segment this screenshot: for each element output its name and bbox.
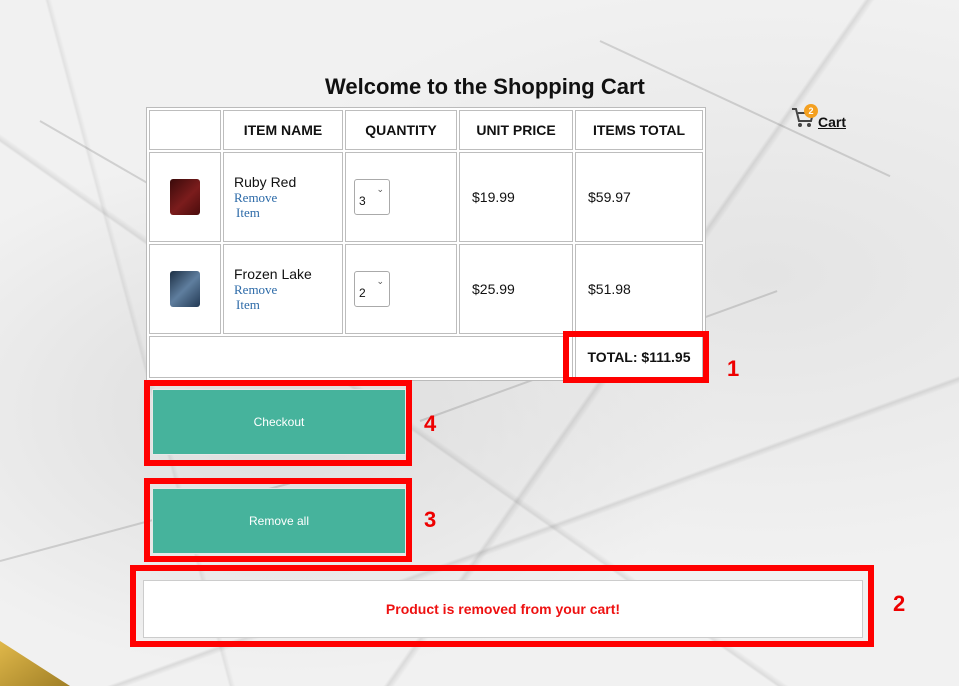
item-name-cell: Frozen Lake Remove Item xyxy=(223,244,343,334)
remove-link-label-2: Item xyxy=(236,205,260,220)
header-item-name: ITEM NAME xyxy=(223,110,343,150)
thumbnail-cell xyxy=(149,152,221,242)
highlight-box-1 xyxy=(563,331,709,383)
cart-badge: 2 xyxy=(804,104,818,118)
cart-link-label: Cart xyxy=(818,114,847,130)
annotation-number-3: 3 xyxy=(424,507,437,532)
product-thumbnail xyxy=(170,179,200,215)
items-total: $51.98 xyxy=(575,244,703,334)
chevron-down-icon: ⌄ xyxy=(376,184,384,194)
header-items-total: ITEMS TOTAL xyxy=(575,110,703,150)
item-name-cell: Ruby Red Remove Item xyxy=(223,152,343,242)
quantity-value: 2 xyxy=(359,286,366,300)
remove-item-link[interactable]: Remove Item xyxy=(234,190,342,220)
unit-price: $19.99 xyxy=(459,152,573,242)
items-total: $59.97 xyxy=(575,152,703,242)
unit-price: $25.99 xyxy=(459,244,573,334)
remove-link-label: Remove xyxy=(234,282,278,297)
quantity-cell: 2 ⌄ xyxy=(345,244,457,334)
item-name: Ruby Red xyxy=(234,174,297,190)
chevron-down-icon: ⌄ xyxy=(376,276,384,286)
annotation-number-4: 4 xyxy=(424,411,437,436)
quantity-cell: 3 ⌄ xyxy=(345,152,457,242)
quantity-select[interactable]: 2 ⌄ xyxy=(354,271,390,307)
table-row: Frozen Lake Remove Item 2 ⌄ $25.99 $51.9… xyxy=(149,244,703,334)
quantity-select[interactable]: 3 ⌄ xyxy=(354,179,390,215)
remove-link-label: Remove xyxy=(234,190,278,205)
total-spacer xyxy=(149,336,573,378)
remove-item-link[interactable]: Remove Item xyxy=(234,282,342,312)
item-name: Frozen Lake xyxy=(234,266,312,282)
cart-link[interactable]: 2 Cart xyxy=(790,104,846,130)
product-thumbnail xyxy=(170,271,200,307)
header-thumbnail xyxy=(149,110,221,150)
gold-corner-decoration xyxy=(0,641,70,686)
header-quantity: QUANTITY xyxy=(345,110,457,150)
table-row: Ruby Red Remove Item 3 ⌄ $19.99 $59.97 xyxy=(149,152,703,242)
shopping-cart-icon: 2 xyxy=(790,104,818,130)
annotation-number-1: 1 xyxy=(727,356,740,381)
thumbnail-cell xyxy=(149,244,221,334)
highlight-box-2 xyxy=(130,565,874,647)
quantity-value: 3 xyxy=(359,194,366,208)
highlight-box-4 xyxy=(144,380,412,466)
annotation-number-2: 2 xyxy=(893,591,906,616)
highlight-box-3 xyxy=(144,478,412,562)
page-title: Welcome to the Shopping Cart xyxy=(325,74,645,99)
header-unit-price: UNIT PRICE xyxy=(459,110,573,150)
table-header-row: ITEM NAME QUANTITY UNIT PRICE ITEMS TOTA… xyxy=(149,110,703,150)
remove-link-label-2: Item xyxy=(236,297,260,312)
